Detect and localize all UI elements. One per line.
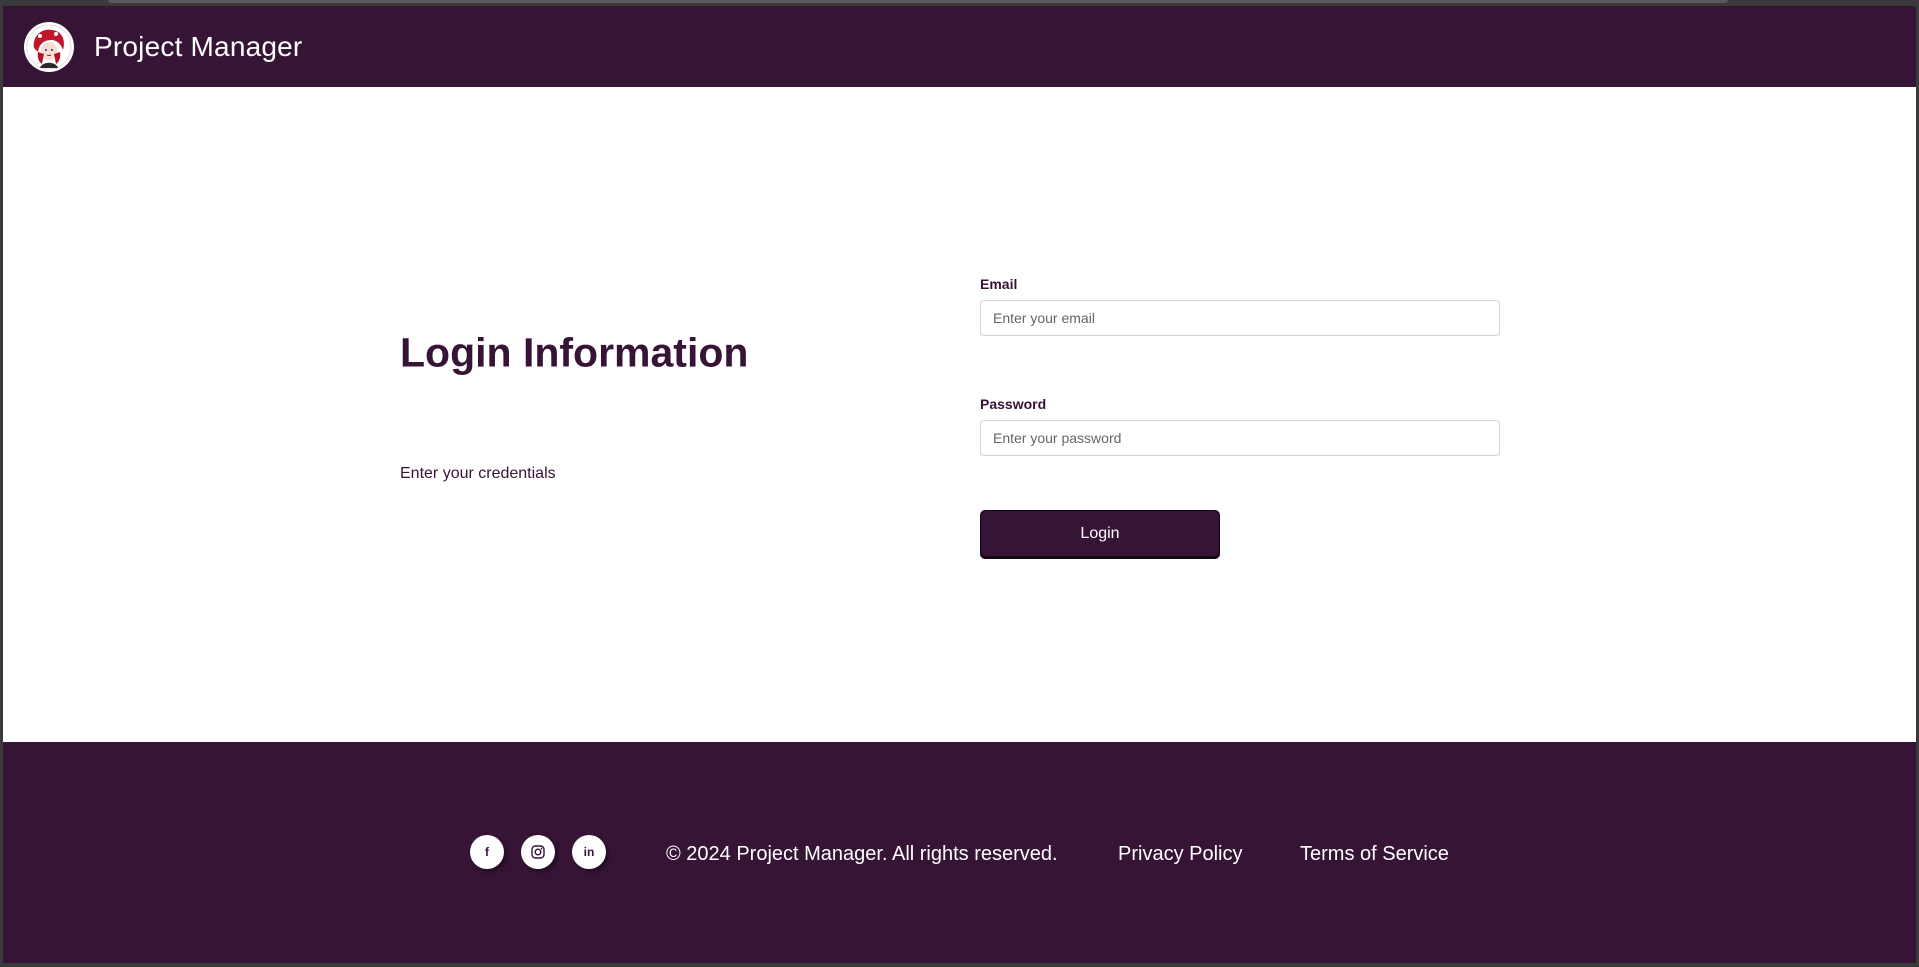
linkedin-glyph: in [583,845,595,859]
login-subtitle: Enter your credentials [400,465,556,482]
page-title: Login Information [400,329,749,376]
login-button[interactable]: Login [980,510,1220,557]
browser-tab-edge [108,0,1728,3]
avatar-logo-icon[interactable] [24,21,74,72]
login-section: Login Information Enter your credentials… [3,87,1916,742]
logo-graphic [26,24,72,69]
instagram-glyph [531,845,545,859]
app-window: Project Manager Login Information Enter … [3,6,1916,963]
email-label: Email [980,276,1018,292]
linkedin-icon[interactable]: in [572,835,606,869]
password-label: Password [980,396,1047,412]
password-field[interactable] [980,420,1500,456]
app-title: Project Manager [94,30,303,62]
facebook-icon[interactable]: f [470,835,504,869]
copyright-text: © 2024 Project Manager. All rights reser… [666,843,1058,865]
facebook-glyph: f [485,845,489,859]
instagram-icon[interactable] [521,835,555,869]
privacy-policy-link[interactable]: Privacy Policy [1118,843,1242,866]
email-field[interactable] [980,300,1500,336]
terms-of-service-link[interactable]: Terms of Service [1300,843,1449,866]
app-header: Project Manager [3,6,1916,87]
site-footer: f in © 2024 Project Manager. All rights … [3,742,1916,963]
